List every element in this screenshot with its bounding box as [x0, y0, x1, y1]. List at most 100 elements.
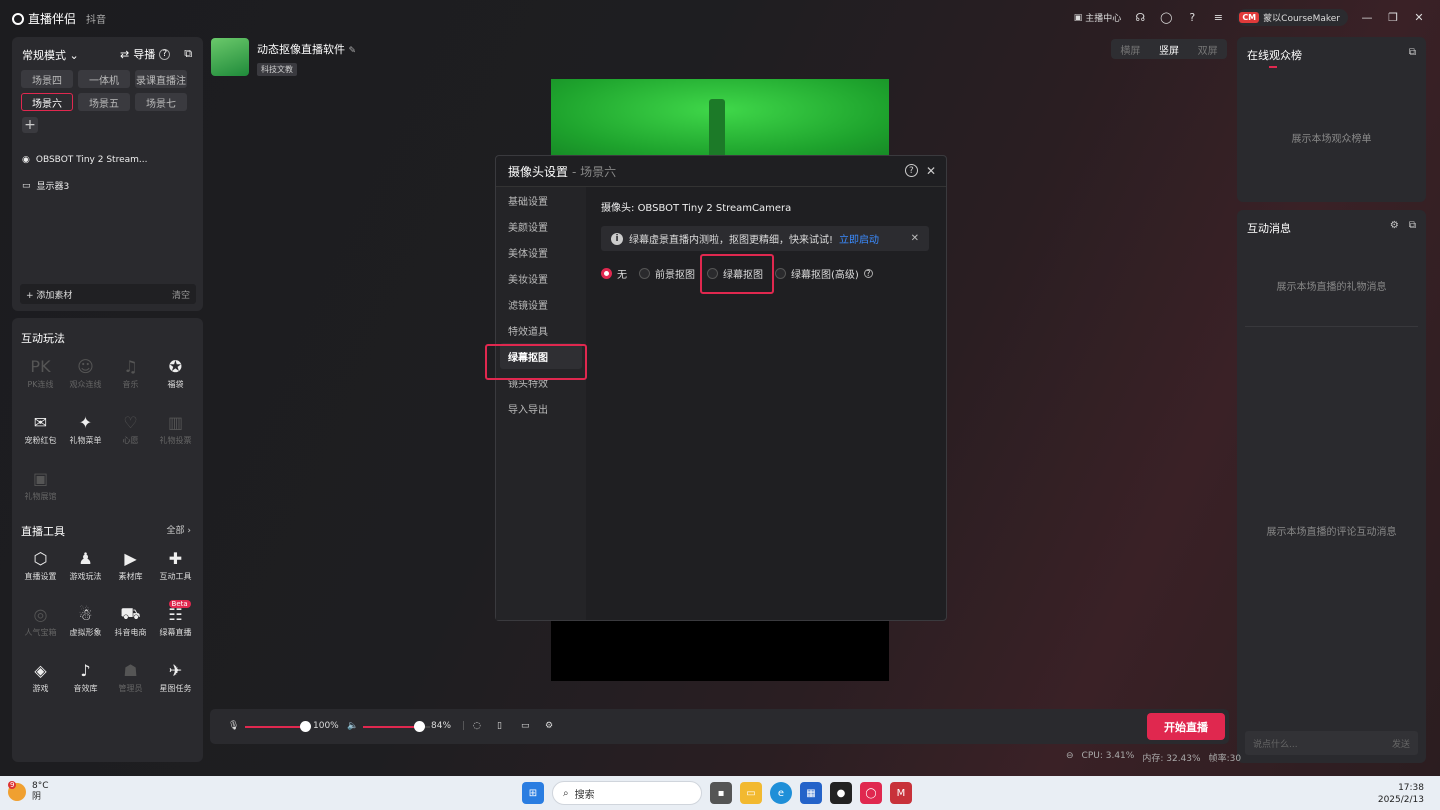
source-item[interactable]: ◉ OBSBOT Tiny 2 Stream...	[22, 155, 147, 165]
add-scene-button[interactable]: +	[22, 117, 38, 133]
option-green-screen-advanced[interactable]: 绿幕抠图(高级)?	[775, 266, 873, 281]
microphone-icon[interactable]: 🎙	[228, 721, 239, 731]
dialog-menu-item[interactable]: 滤镜设置	[496, 291, 586, 317]
tool-item[interactable]: ☺ 观众连线	[63, 354, 108, 410]
tool-item[interactable]: ☗ 管理员	[108, 658, 153, 714]
taskbar-search[interactable]: ⌕ 搜索	[552, 781, 702, 805]
slider-knob[interactable]	[414, 721, 426, 732]
tool-item[interactable]: ♟ 游戏玩法	[63, 546, 108, 602]
tool-item[interactable]: ♪ 音效库	[63, 658, 108, 714]
scene-tab[interactable]: 场景七	[135, 93, 187, 111]
help-icon[interactable]: ?	[904, 164, 918, 177]
settings-icon[interactable]: ⚙	[545, 721, 553, 731]
channel-title[interactable]: 动态抠像直播软件 ✎	[257, 41, 356, 57]
tool-item[interactable]: ✦ 礼物菜单	[63, 410, 108, 466]
popout-icon[interactable]: ⧉	[1409, 47, 1416, 58]
tool-item[interactable]: ▣ 礼物展馆	[18, 466, 63, 522]
edit-icon[interactable]: ✎	[349, 46, 357, 56]
system-clock[interactable]: 17:38 2025/2/13	[1378, 782, 1424, 806]
edge-browser-icon[interactable]: e	[770, 782, 792, 804]
orientation-portrait[interactable]: 竖屏	[1159, 42, 1179, 57]
tool-item[interactable]: ✉ 宠粉红包	[18, 410, 63, 466]
file-explorer-icon[interactable]: ▭	[740, 782, 762, 804]
dialog-menu-item[interactable]: 美体设置	[496, 239, 586, 265]
tool-item[interactable]: ✪ 福袋	[153, 354, 198, 410]
live-companion-icon[interactable]: ◯	[860, 782, 882, 804]
scene-tab-active[interactable]: 场景六	[21, 93, 73, 111]
tool-item[interactable]: ☷ Beta 绿幕直播	[153, 600, 198, 658]
orientation-dual[interactable]: 双屏	[1198, 42, 1218, 57]
scene-tab[interactable]: 场景四	[21, 70, 73, 88]
host-center-button[interactable]: ▣ 主播中心	[1074, 11, 1122, 25]
store-icon[interactable]: ▦	[800, 782, 822, 804]
help-icon[interactable]: ?	[863, 269, 873, 278]
tool-item[interactable]: ⬡ 直播设置	[18, 546, 63, 602]
minimize-icon[interactable]: —	[1360, 11, 1374, 25]
option-none[interactable]: 无	[601, 266, 627, 281]
mengyi-app-icon[interactable]: M	[890, 782, 912, 804]
tool-item[interactable]: ♫ 音乐	[108, 354, 153, 410]
start-now-link[interactable]: 立即启动	[839, 231, 879, 246]
comment-empty: 展示本场直播的评论互动消息	[1266, 527, 1397, 538]
close-icon[interactable]: ✕	[926, 164, 936, 178]
tool-label: 直播设置	[24, 572, 57, 581]
tool-item[interactable]: ✚ 互动工具	[153, 546, 198, 602]
tool-item[interactable]: ▥ 礼物投票	[153, 410, 198, 466]
beauty-icon[interactable]: ◌	[473, 721, 481, 731]
weather-widget[interactable]: 9 8°C 阴	[8, 781, 49, 803]
screen-icon[interactable]: ▯	[497, 721, 502, 731]
guide-button[interactable]: ⇄ 导播? ⧉	[120, 46, 192, 62]
add-material-button[interactable]: + 添加素材	[26, 288, 72, 301]
maximize-icon[interactable]: ❐	[1386, 11, 1400, 25]
scene-tab[interactable]: 一体机	[78, 70, 130, 88]
chat-bubble-icon[interactable]: ◯	[1159, 11, 1173, 25]
headset-icon[interactable]: ☊	[1133, 11, 1147, 25]
popout-icon[interactable]: ⧉	[184, 47, 192, 61]
source-item[interactable]: ▭ 显示器3	[22, 179, 69, 193]
tool-item[interactable]: ◈ 游戏	[18, 658, 63, 714]
tool-item[interactable]: ☃ 虚拟形象	[63, 602, 108, 658]
tool-item[interactable]: ▶ 素材库	[108, 546, 153, 602]
close-icon[interactable]: ✕	[1412, 11, 1426, 25]
tool-item[interactable]: ♡ 心愿	[108, 410, 153, 466]
tool-item[interactable]: ⛟ 抖音电商	[108, 602, 153, 658]
camera-settings-dialog: 摄像头设置 - 场景六 ? ✕ 基础设置 美颜设置 美体设置 美妆设置 滤镜设置 特效道具…	[485, 155, 947, 621]
channel-thumbnail[interactable]	[211, 38, 249, 76]
start-live-button[interactable]: 开始直播	[1147, 713, 1225, 740]
menu-icon[interactable]: ≡	[1211, 11, 1225, 25]
platform-label: 抖音	[86, 15, 107, 26]
dialog-menu-item[interactable]: 美妆设置	[496, 265, 586, 291]
tool-item[interactable]: PK PK连线	[18, 354, 63, 410]
windows-start-icon[interactable]: ⊞	[522, 782, 544, 804]
scene-tab[interactable]: 录课直播注	[135, 70, 187, 88]
speaker-volume-slider[interactable]	[363, 721, 430, 732]
scene-tab[interactable]: 场景五	[78, 93, 130, 111]
qq-icon[interactable]: ●	[830, 782, 852, 804]
tool-item[interactable]: ◎ 人气宝箱	[18, 602, 63, 658]
option-foreground[interactable]: 前景抠图	[639, 266, 695, 281]
speaker-icon[interactable]: 🔈	[347, 721, 358, 731]
close-icon[interactable]: ✕	[911, 233, 919, 244]
popout-icon[interactable]: ⧉	[1409, 220, 1416, 231]
settings-icon[interactable]: ⚙	[1390, 220, 1399, 231]
mode-dropdown[interactable]: 常规模式 ⌄	[22, 47, 79, 63]
task-view-icon[interactable]: ▪	[710, 782, 732, 804]
orientation-landscape[interactable]: 横屏	[1120, 42, 1140, 57]
dialog-menu-item[interactable]: 特效道具	[496, 317, 586, 343]
all-tools-link[interactable]: 全部 ›	[167, 523, 191, 536]
tool-item[interactable]: ✈ 星图任务	[153, 658, 198, 714]
help-icon[interactable]: ?	[1185, 11, 1199, 25]
dialog-menu-item[interactable]: 美颜设置	[496, 213, 586, 239]
mic-volume-slider[interactable]	[245, 721, 311, 732]
slider-knob[interactable]	[300, 721, 311, 732]
user-profile[interactable]: CM 蒙以CourseMaker	[1237, 9, 1348, 26]
channel-tag[interactable]: 科技文教	[257, 63, 297, 76]
dialog-menu-item[interactable]: 基础设置	[496, 187, 586, 213]
send-button[interactable]: 发送	[1392, 737, 1410, 750]
chat-input[interactable]: 说点什么... 发送	[1245, 731, 1418, 755]
dialog-menu-item[interactable]: 导入导出	[496, 395, 586, 421]
video-icon[interactable]: ▭	[521, 721, 530, 731]
interactive-title: 互动玩法	[21, 332, 65, 345]
title-underline	[1269, 66, 1277, 68]
clear-button[interactable]: 清空	[172, 288, 190, 301]
